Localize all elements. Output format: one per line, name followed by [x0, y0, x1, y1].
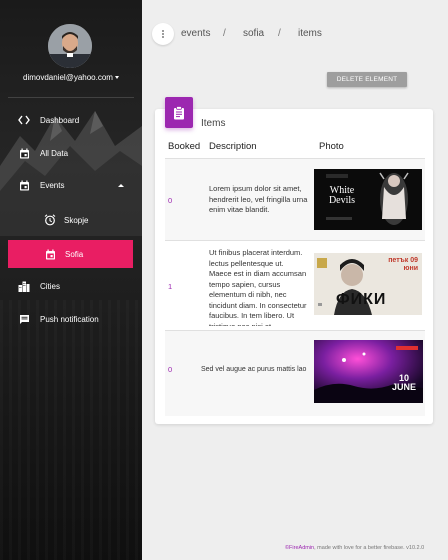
calendar-icon	[18, 147, 30, 159]
clipboard-icon	[165, 97, 193, 128]
sidebar: dimovdaniel@yahoo.com Dashboard All Data…	[0, 0, 142, 560]
divider	[8, 97, 134, 98]
chat-icon	[18, 313, 30, 325]
user-email: dimovdaniel@yahoo.com	[23, 73, 113, 82]
calendar-icon	[44, 248, 56, 260]
event-photo[interactable]: петък 09 юни ФИКИ	[314, 253, 422, 315]
more-vert-icon	[162, 30, 164, 38]
footer-brand-link[interactable]: ©FireAdmin	[285, 545, 314, 551]
column-header-description[interactable]: Description	[209, 141, 257, 152]
sidebar-item-label: Cities	[40, 281, 61, 291]
row-divider	[165, 240, 425, 241]
footer: ©FireAdmin, made with love for a better …	[285, 545, 424, 551]
description-cell: Lorem ipsum dolor sit amet, hendrerit le…	[209, 184, 308, 214]
sidebar-item-label: Skopje	[64, 215, 89, 225]
description-cell: Ut finibus placerat interdum. lectus pel…	[209, 248, 307, 326]
city-icon	[18, 280, 30, 292]
alarm-icon	[44, 214, 56, 226]
breadcrumb-events[interactable]: events	[181, 28, 210, 39]
caret-down-icon	[114, 76, 119, 80]
footer-text: , made with love for a better firebase.	[314, 545, 405, 551]
code-icon	[18, 114, 30, 126]
sidebar-item-label: Sofia	[65, 249, 84, 259]
sidebar-item-events[interactable]: Events	[0, 171, 142, 199]
user-email-menu[interactable]: dimovdaniel@yahoo.com	[0, 73, 142, 82]
booked-cell: 0	[168, 365, 173, 374]
sidebar-item-label: Events	[40, 180, 65, 190]
footer-version: v10.2.0	[404, 545, 425, 551]
stripe-texture	[0, 300, 142, 560]
calendar-icon	[18, 179, 30, 191]
sidebar-item-label: All Data	[40, 148, 69, 158]
column-header-booked[interactable]: Booked	[168, 141, 200, 152]
breadcrumb-separator: /	[278, 28, 281, 39]
event-photo[interactable]: White Devils	[314, 169, 422, 230]
avatar[interactable]	[48, 24, 92, 68]
sidebar-item-skopje[interactable]: Skopje	[0, 206, 142, 234]
breadcrumb-sofia[interactable]: sofia	[243, 28, 264, 39]
booked-cell: 0	[168, 196, 173, 205]
more-menu-button[interactable]	[152, 23, 174, 45]
sidebar-item-push-notification[interactable]: Push notification	[0, 305, 142, 333]
sidebar-item-cities[interactable]: Cities	[0, 272, 142, 300]
breadcrumb-separator: /	[223, 28, 226, 39]
photo-title: White Devils	[328, 185, 356, 206]
event-photo[interactable]: 10 JUNE	[314, 340, 423, 403]
sidebar-item-sofia[interactable]: Sofia	[8, 240, 133, 268]
photo-badge: петък 09 юни	[388, 257, 418, 272]
description-cell: Sed vel augue ac purus mattis lao	[201, 366, 307, 373]
photo-title: 10 JUNE	[391, 373, 416, 392]
column-header-photo[interactable]: Photo	[319, 141, 344, 152]
caret-up-icon	[118, 183, 124, 187]
card-title: Items	[201, 118, 226, 129]
delete-element-button[interactable]: DELETE ELEMENT	[327, 72, 407, 87]
sidebar-item-label: Dashboard	[40, 115, 80, 125]
breadcrumb-items[interactable]: items	[298, 28, 322, 39]
sidebar-item-dashboard[interactable]: Dashboard	[0, 106, 142, 134]
photo-title: ФИКИ	[336, 291, 387, 308]
booked-cell: 1	[168, 282, 173, 291]
sidebar-item-all-data[interactable]: All Data	[0, 139, 142, 167]
sidebar-item-label: Push notification	[40, 314, 99, 324]
